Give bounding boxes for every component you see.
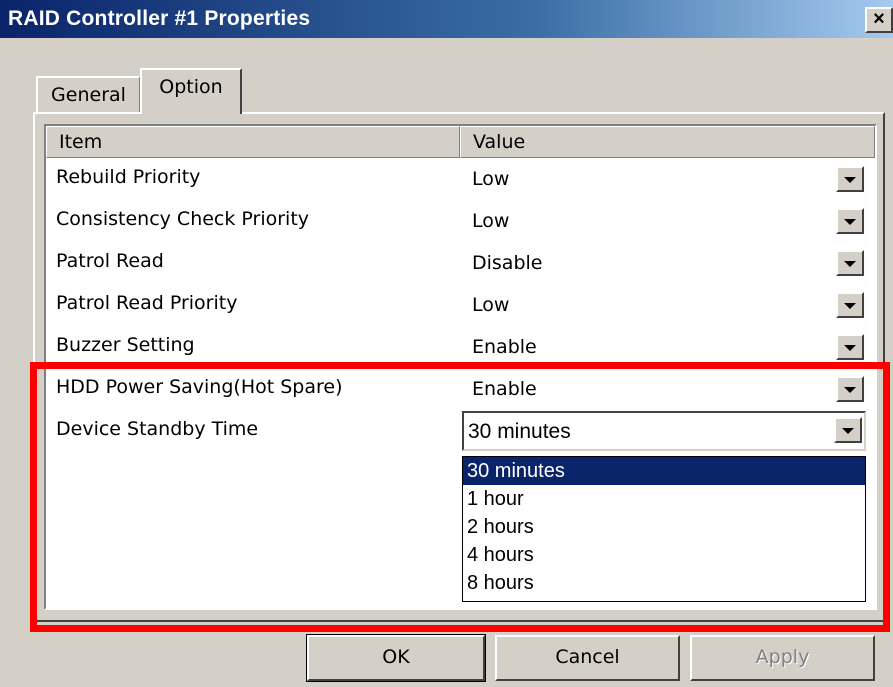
item-value: Disable: [472, 252, 543, 274]
chevron-down-icon: [844, 345, 856, 351]
close-icon: ×: [873, 8, 885, 30]
item-value: Enable: [472, 378, 537, 400]
dropdown-option[interactable]: 2 hours: [463, 513, 865, 541]
list-header: Item Value: [46, 126, 875, 158]
tab-general-label: General: [51, 84, 126, 106]
dropdown-option[interactable]: 1 hour: [463, 485, 865, 513]
item-label: Buzzer Setting: [56, 334, 195, 356]
column-header-item[interactable]: Item: [46, 126, 460, 158]
item-label: Consistency Check Priority: [56, 208, 310, 230]
dropdown-button[interactable]: [834, 417, 862, 443]
table-row[interactable]: HDD Power Saving(Hot Spare) Enable: [46, 368, 875, 409]
tab-option-label: Option: [159, 76, 223, 98]
chevron-down-icon: [844, 387, 856, 393]
dropdown-button[interactable]: [836, 166, 864, 192]
dropdown-option[interactable]: 30 minutes: [463, 457, 865, 485]
cancel-button[interactable]: Cancel: [495, 635, 680, 681]
item-value: Low: [472, 168, 510, 190]
chevron-down-icon: [842, 428, 854, 434]
table-row[interactable]: Patrol Read Priority Low: [46, 284, 875, 325]
dropdown-button[interactable]: [836, 250, 864, 276]
table-row[interactable]: Buzzer Setting Enable: [46, 326, 875, 367]
item-value: Enable: [472, 336, 537, 358]
standby-time-combo[interactable]: 30 minutes: [462, 411, 866, 451]
item-label: Patrol Read: [56, 250, 164, 272]
chevron-down-icon: [844, 219, 856, 225]
dropdown-button[interactable]: [836, 208, 864, 234]
item-label: Device Standby Time: [56, 418, 259, 440]
close-button[interactable]: ×: [865, 7, 893, 33]
table-row[interactable]: Consistency Check Priority Low: [46, 200, 875, 241]
dropdown-button[interactable]: [836, 376, 864, 402]
properties-list: Item Value Rebuild Priority Low Consiste…: [44, 124, 877, 610]
apply-button[interactable]: Apply: [690, 635, 875, 681]
item-label: Patrol Read Priority: [56, 292, 238, 314]
table-row[interactable]: Patrol Read Disable: [46, 242, 875, 283]
standby-time-dropdown: 30 minutes 1 hour 2 hours 4 hours 8 hour…: [462, 456, 866, 602]
combo-selected-value: 30 minutes: [468, 420, 571, 443]
window-title: RAID Controller #1 Properties: [8, 7, 311, 30]
chevron-down-icon: [844, 303, 856, 309]
title-bar: RAID Controller #1 Properties ×: [0, 0, 893, 38]
dropdown-option[interactable]: 8 hours: [463, 569, 865, 597]
chevron-down-icon: [844, 177, 856, 183]
dropdown-button[interactable]: [836, 292, 864, 318]
item-label: HDD Power Saving(Hot Spare): [56, 376, 343, 398]
tab-general[interactable]: General: [36, 76, 140, 112]
item-value: Low: [472, 210, 510, 232]
item-label: Rebuild Priority: [56, 166, 201, 188]
chevron-down-icon: [844, 261, 856, 267]
dropdown-option[interactable]: 4 hours: [463, 541, 865, 569]
tab-option[interactable]: Option: [140, 68, 242, 114]
dropdown-button[interactable]: [836, 334, 864, 360]
item-value: Low: [472, 294, 510, 316]
column-header-value[interactable]: Value: [460, 126, 875, 158]
table-row[interactable]: Rebuild Priority Low: [46, 158, 875, 199]
ok-button[interactable]: OK: [306, 634, 486, 682]
